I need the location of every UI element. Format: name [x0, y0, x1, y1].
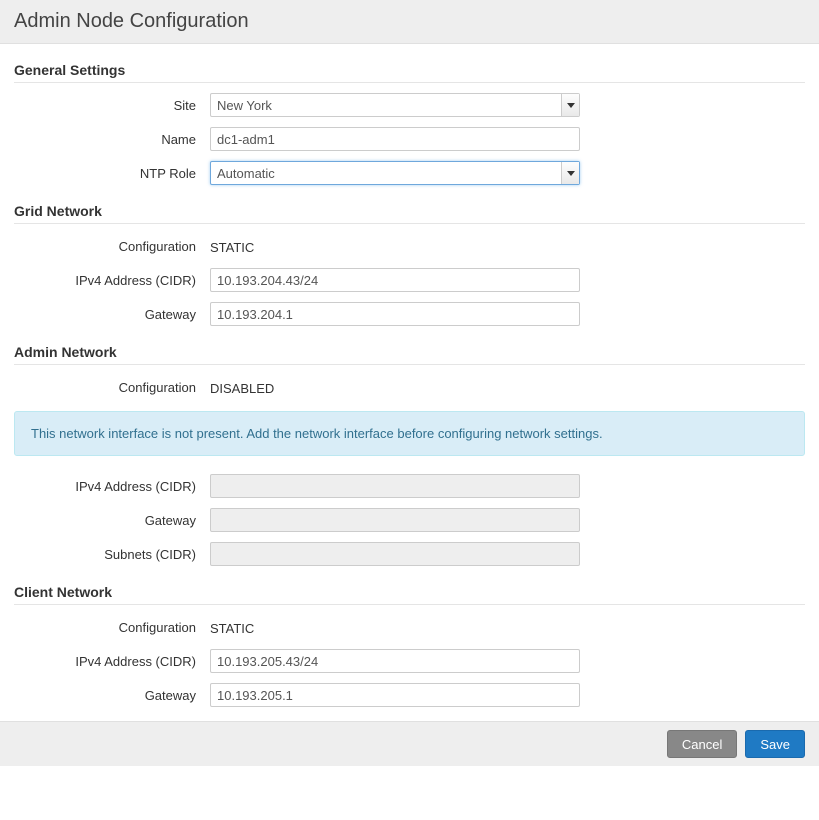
site-select[interactable]: New York [210, 93, 580, 117]
cancel-button[interactable]: Cancel [667, 730, 737, 758]
site-select-value: New York [211, 98, 561, 113]
label-name: Name [14, 132, 210, 147]
name-input[interactable] [210, 127, 580, 151]
admin-subnets-input [210, 542, 580, 566]
footer-bar: Cancel Save [0, 721, 819, 766]
label-site: Site [14, 98, 210, 113]
section-grid-title: Grid Network [14, 203, 805, 224]
save-button[interactable]: Save [745, 730, 805, 758]
label-client-gateway: Gateway [14, 688, 210, 703]
label-admin-config: Configuration [14, 380, 210, 395]
client-gateway-input[interactable] [210, 683, 580, 707]
admin-config-value: DISABLED [210, 379, 580, 396]
page-title: Admin Node Configuration [14, 10, 805, 33]
row-admin-config: Configuration DISABLED [14, 375, 805, 399]
section-admin-title: Admin Network [14, 344, 805, 365]
label-grid-config: Configuration [14, 239, 210, 254]
row-admin-gateway: Gateway [14, 508, 805, 532]
admin-ipv4-input [210, 474, 580, 498]
row-client-gateway: Gateway [14, 683, 805, 707]
row-admin-ipv4: IPv4 Address (CIDR) [14, 474, 805, 498]
header-bar: Admin Node Configuration [0, 0, 819, 44]
dropdown-icon [561, 94, 579, 116]
ntp-select-value: Automatic [211, 166, 561, 181]
section-general-title: General Settings [14, 62, 805, 83]
grid-ipv4-input[interactable] [210, 268, 580, 292]
label-grid-gateway: Gateway [14, 307, 210, 322]
section-client-title: Client Network [14, 584, 805, 605]
admin-gateway-input [210, 508, 580, 532]
row-grid-ipv4: IPv4 Address (CIDR) [14, 268, 805, 292]
label-admin-gateway: Gateway [14, 513, 210, 528]
label-client-config: Configuration [14, 620, 210, 635]
row-admin-subnets: Subnets (CIDR) [14, 542, 805, 566]
label-admin-subnets: Subnets (CIDR) [14, 547, 210, 562]
grid-gateway-input[interactable] [210, 302, 580, 326]
label-client-ipv4: IPv4 Address (CIDR) [14, 654, 210, 669]
dropdown-icon [561, 162, 579, 184]
client-ipv4-input[interactable] [210, 649, 580, 673]
row-client-ipv4: IPv4 Address (CIDR) [14, 649, 805, 673]
ntp-select[interactable]: Automatic [210, 161, 580, 185]
content-area: General Settings Site New York Name NTP … [0, 62, 819, 707]
admin-alert: This network interface is not present. A… [14, 411, 805, 456]
row-grid-config: Configuration STATIC [14, 234, 805, 258]
row-site: Site New York [14, 93, 805, 117]
grid-config-value: STATIC [210, 238, 580, 255]
client-config-value: STATIC [210, 619, 580, 636]
row-ntp: NTP Role Automatic [14, 161, 805, 185]
row-client-config: Configuration STATIC [14, 615, 805, 639]
label-admin-ipv4: IPv4 Address (CIDR) [14, 479, 210, 494]
row-name: Name [14, 127, 805, 151]
label-grid-ipv4: IPv4 Address (CIDR) [14, 273, 210, 288]
row-grid-gateway: Gateway [14, 302, 805, 326]
label-ntp: NTP Role [14, 166, 210, 181]
